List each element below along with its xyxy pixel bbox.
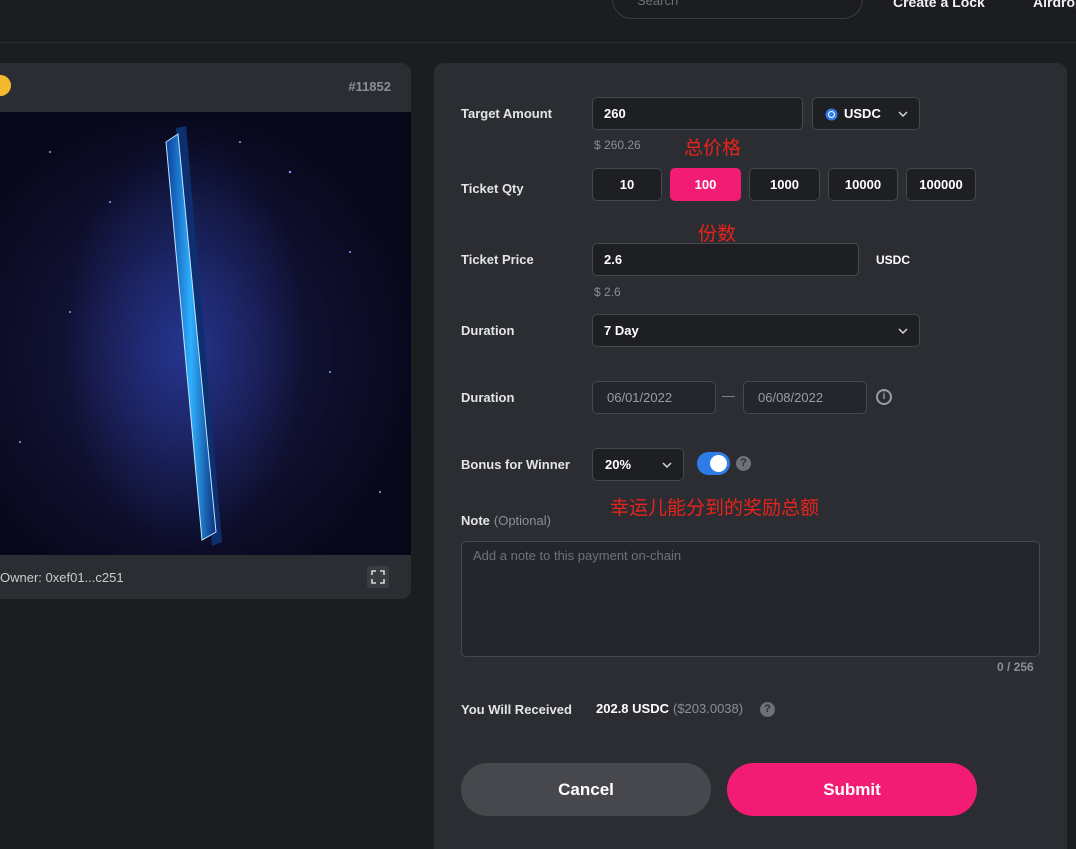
token-id: #11852 [348, 79, 391, 94]
duration-select[interactable]: 7 Day [592, 314, 920, 347]
note-textarea[interactable]: Add a note to this payment on-chain [461, 541, 1040, 657]
qty-option-1000[interactable]: 1000 [749, 168, 820, 201]
bonus-toggle[interactable] [697, 452, 730, 475]
annotation-total-price: 总价格 [684, 137, 742, 159]
search-placeholder: Search [637, 0, 679, 8]
duration-value: 7 Day [604, 323, 639, 338]
bonus-value: 20% [605, 457, 632, 472]
received-usd: ($203.0038) [672, 701, 744, 716]
top-nav-bar: Search Create a Lock Airdrop [0, 0, 1076, 43]
usdc-icon [825, 108, 838, 121]
owner-label: Owner: [0, 570, 42, 585]
date-separator: — [722, 388, 735, 403]
submit-button[interactable]: Submit [727, 763, 977, 816]
nav-link-create-lock[interactable]: Create a Lock [893, 0, 985, 10]
target-amount-usd: $ 260.26 [594, 138, 641, 152]
fullscreen-icon [371, 570, 385, 584]
cancel-button[interactable]: Cancel [461, 763, 711, 816]
ticket-price-input[interactable]: 2.6 [592, 243, 859, 276]
ticket-price-usd: $ 2.6 [594, 285, 621, 299]
chevron-down-icon [898, 111, 908, 118]
ticket-price-label: Ticket Price [461, 252, 534, 267]
note-label-text: Note [461, 513, 490, 528]
start-date-input[interactable]: 06/01/2022 [592, 381, 716, 414]
chevron-down-icon [898, 328, 908, 335]
annotation-quantity: 份数 [698, 223, 737, 245]
nft-card: #11852 Owner: 0xef01...c251 [0, 63, 411, 599]
info-icon[interactable]: i [876, 389, 892, 405]
nav-link-airdrop[interactable]: Airdrop [1033, 0, 1076, 10]
ticket-qty-label: Ticket Qty [461, 181, 524, 196]
nft-image [0, 112, 411, 555]
bonus-select[interactable]: 20% [592, 448, 684, 481]
ticket-price-unit: USDC [876, 253, 911, 267]
currency-select[interactable]: USDC [812, 97, 920, 130]
qty-option-10000[interactable]: 10000 [828, 168, 898, 201]
duration-range-label: Duration [461, 390, 515, 405]
target-amount-label: Target Amount [461, 106, 552, 121]
bnb-coin-icon [0, 75, 11, 96]
qty-option-100000[interactable]: 100000 [906, 168, 976, 201]
help-icon[interactable]: ? [736, 456, 751, 471]
note-char-counter: 0 / 256 [997, 660, 1034, 674]
received-amount: 202.8 USDC ($203.0038) [596, 701, 743, 716]
duration-label: Duration [461, 323, 515, 338]
currency-value: USDC [844, 106, 881, 121]
end-date-input[interactable]: 06/08/2022 [743, 381, 867, 414]
received-value: 202.8 USDC [596, 701, 669, 716]
qty-option-100[interactable]: 100 [670, 168, 741, 201]
target-amount-input[interactable]: 260 [592, 97, 803, 130]
bonus-label: Bonus for Winner [461, 457, 570, 472]
search-icon [822, 0, 844, 1]
received-label: You Will Received [461, 702, 572, 717]
note-optional-text: (Optional) [493, 513, 551, 528]
help-icon[interactable]: ? [760, 702, 775, 717]
owner-address: Owner: 0xef01...c251 [0, 570, 124, 585]
search-input[interactable]: Search [612, 0, 863, 19]
expand-button[interactable] [367, 566, 389, 588]
chevron-down-icon [662, 462, 672, 469]
note-label: Note (Optional) [461, 513, 551, 528]
toggle-knob [710, 455, 727, 472]
qty-option-10[interactable]: 10 [592, 168, 662, 201]
annotation-winner-bonus: 幸运儿能分到的奖励总额 [610, 497, 820, 519]
owner-value: 0xef01...c251 [45, 570, 124, 585]
note-placeholder: Add a note to this payment on-chain [473, 548, 682, 563]
